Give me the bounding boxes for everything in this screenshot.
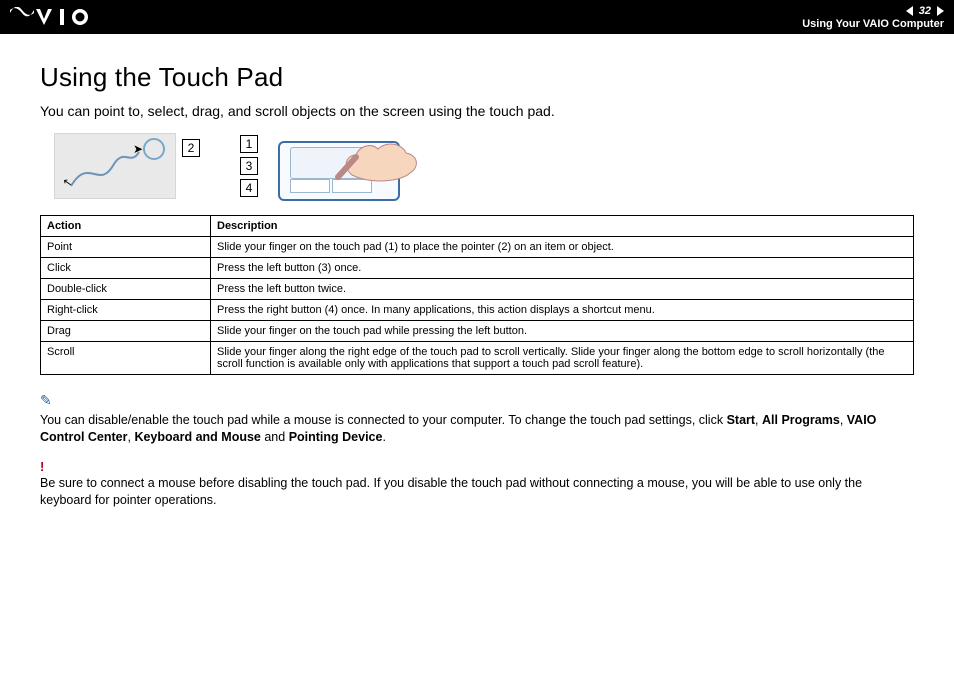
warning-icon: ! [40, 458, 914, 476]
hand-icon [332, 127, 422, 187]
intro-text: You can point to, select, drag, and scro… [40, 103, 914, 119]
col-action: Action [41, 216, 211, 237]
header-right: 32 Using Your VAIO Computer [802, 5, 944, 30]
illustration-row: ↖ ➤ 2 1 3 4 [54, 133, 914, 205]
table-row: ClickPress the left button (3) once. [41, 258, 914, 279]
header-bar: 32 Using Your VAIO Computer [0, 0, 954, 34]
cell-action: Double-click [41, 279, 211, 300]
cursor-small-icon: ↖ [62, 175, 73, 189]
note-icon: ✎ [40, 391, 52, 410]
prev-page-icon[interactable] [906, 6, 913, 16]
callout-3: 3 [240, 157, 258, 175]
table-row: Right-clickPress the right button (4) on… [41, 300, 914, 321]
note-text: You can disable/enable the touch pad whi… [40, 413, 876, 444]
vaio-logo [10, 7, 118, 27]
section-title: Using Your VAIO Computer [802, 18, 944, 30]
next-page-icon[interactable] [937, 6, 944, 16]
cell-action: Drag [41, 321, 211, 342]
table-row: Double-clickPress the left button twice. [41, 279, 914, 300]
magnifier-icon [143, 138, 165, 160]
page-title: Using the Touch Pad [40, 62, 914, 93]
cell-desc: Press the left button (3) once. [211, 258, 914, 279]
cell-desc: Press the right button (4) once. In many… [211, 300, 914, 321]
cell-desc: Slide your finger on the touch pad while… [211, 321, 914, 342]
cell-action: Scroll [41, 342, 211, 375]
callout-4: 4 [240, 179, 258, 197]
page-navigator: 32 [906, 5, 944, 17]
table-row: ScrollSlide your finger along the right … [41, 342, 914, 375]
tip-note: ✎ You can disable/enable the touch pad w… [40, 391, 914, 446]
callout-2: 2 [182, 139, 200, 157]
cell-desc: Press the left button twice. [211, 279, 914, 300]
cursor-screenshot: ↖ ➤ [54, 133, 176, 199]
cell-desc: Slide your finger on the touch pad (1) t… [211, 237, 914, 258]
callout-1: 1 [240, 135, 258, 153]
page-number: 32 [919, 5, 931, 17]
touchpad-diagram [272, 133, 412, 205]
table-row: PointSlide your finger on the touch pad … [41, 237, 914, 258]
page-content: Using the Touch Pad You can point to, se… [0, 34, 954, 509]
warning-text: Be sure to connect a mouse before disabl… [40, 476, 862, 507]
table-head-row: Action Description [41, 216, 914, 237]
actions-table: Action Description PointSlide your finge… [40, 215, 914, 375]
callout-column: 1 3 4 [240, 135, 258, 197]
col-description: Description [211, 216, 914, 237]
cell-action: Right-click [41, 300, 211, 321]
warning-note: ! Be sure to connect a mouse before disa… [40, 458, 914, 509]
cursor-large-icon: ➤ [133, 142, 143, 156]
table-row: DragSlide your finger on the touch pad w… [41, 321, 914, 342]
cell-desc: Slide your finger along the right edge o… [211, 342, 914, 375]
cell-action: Click [41, 258, 211, 279]
cell-action: Point [41, 237, 211, 258]
